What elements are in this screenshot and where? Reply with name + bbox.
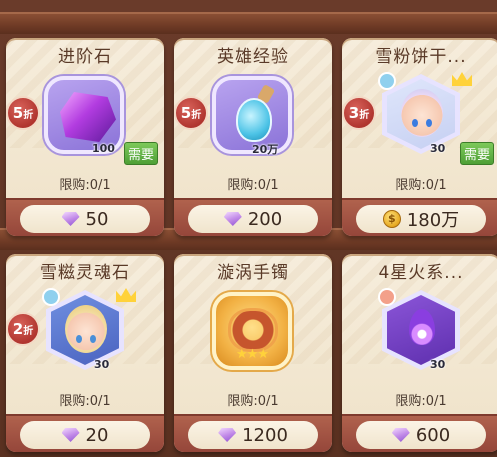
price-bar: 1200	[174, 414, 332, 452]
purple-crystal-icon	[60, 92, 116, 142]
price-value: 50	[85, 208, 109, 230]
price-bar: 20	[6, 414, 164, 452]
gold-coin-icon: $	[382, 210, 401, 228]
purchase-limit: 限购:0/1	[395, 178, 447, 193]
shop-item-card[interactable]: 雪糍灵魂石 2折 30 限购:0/1 20	[6, 254, 164, 452]
shop-item-card[interactable]: 进阶石 5折 100 需要 限购:0/1 50	[6, 38, 164, 236]
item-quantity: 20万	[252, 143, 279, 156]
item-quantity: 30	[94, 358, 110, 371]
need-badge: 需要	[459, 142, 494, 165]
item-title: 雪糍灵魂石	[40, 263, 130, 283]
buy-button[interactable]: 20	[20, 421, 150, 449]
item-title: 雪粉饼干...	[375, 47, 467, 67]
buy-button[interactable]: 50	[20, 205, 150, 233]
item-title: 进阶石	[58, 47, 112, 67]
diamond-icon	[223, 212, 242, 226]
shop-item-card[interactable]: 英雄经验 5折 20万 限购:0/1 200	[174, 38, 332, 236]
purchase-limit: 限购:0/1	[59, 178, 111, 193]
item-quantity: 30	[430, 358, 446, 371]
discount-badge: 5折	[174, 96, 208, 130]
shop-grid: 进阶石 5折 100 需要 限购:0/1 50 英雄经验 5折 20万 限购:0…	[6, 38, 497, 452]
fire-badge-icon	[378, 288, 396, 306]
price-value: 200	[247, 208, 283, 230]
item-quantity: 30	[430, 142, 446, 155]
discount-badge: 3折	[342, 96, 376, 130]
hero-portrait-icon	[401, 89, 443, 137]
purchase-limit: 限购:0/1	[227, 394, 279, 409]
water-element-icon	[378, 72, 396, 90]
price-value: 1200	[242, 424, 288, 446]
need-badge: 需要	[123, 142, 158, 165]
diamond-icon	[218, 428, 237, 442]
shop-item-card[interactable]: 4星火系... 30 限购:0/1 600	[342, 254, 497, 452]
price-bar: $ 180万	[342, 198, 497, 236]
fire-element-icon	[409, 309, 435, 345]
discount-badge: 5折	[6, 96, 40, 130]
shelf-top	[0, 12, 497, 34]
shop-item-card[interactable]: 雪粉饼干... 3折 30 需要 限购:0/1 $ 180万	[342, 38, 497, 236]
bracelet-icon	[228, 308, 278, 352]
diamond-icon	[391, 428, 410, 442]
buy-button[interactable]: 200	[188, 205, 318, 233]
buy-button[interactable]: 600	[356, 421, 486, 449]
shop-item-card[interactable]: 漩涡手镯 ★★★ 限购:0/1 1200	[174, 254, 332, 452]
purchase-limit: 限购:0/1	[59, 394, 111, 409]
price-bar: 600	[342, 414, 497, 452]
discount-badge: 2折	[6, 312, 40, 346]
price-value: 180万	[406, 210, 460, 231]
diamond-icon	[61, 212, 80, 226]
purchase-limit: 限购:0/1	[227, 178, 279, 193]
crown-icon	[116, 288, 136, 302]
potion-bottle-icon	[236, 98, 272, 142]
item-title: 漩涡手镯	[217, 263, 289, 283]
price-bar: 50	[6, 198, 164, 236]
crown-icon	[452, 72, 472, 86]
buy-button[interactable]: 1200	[188, 421, 318, 449]
water-element-icon	[42, 288, 60, 306]
star-rating-icon: ★★★	[236, 347, 269, 362]
item-frame: ★★★	[212, 292, 292, 370]
hero-soulstone-icon	[65, 305, 107, 353]
price-bar: 200	[174, 198, 332, 236]
price-value: 600	[415, 424, 451, 446]
price-value: 20	[85, 424, 109, 446]
buy-button[interactable]: $ 180万	[356, 205, 486, 233]
purchase-limit: 限购:0/1	[395, 394, 447, 409]
item-title: 英雄经验	[217, 47, 289, 67]
item-quantity: 100	[92, 142, 115, 155]
item-title: 4星火系...	[378, 263, 464, 283]
diamond-icon	[61, 428, 80, 442]
